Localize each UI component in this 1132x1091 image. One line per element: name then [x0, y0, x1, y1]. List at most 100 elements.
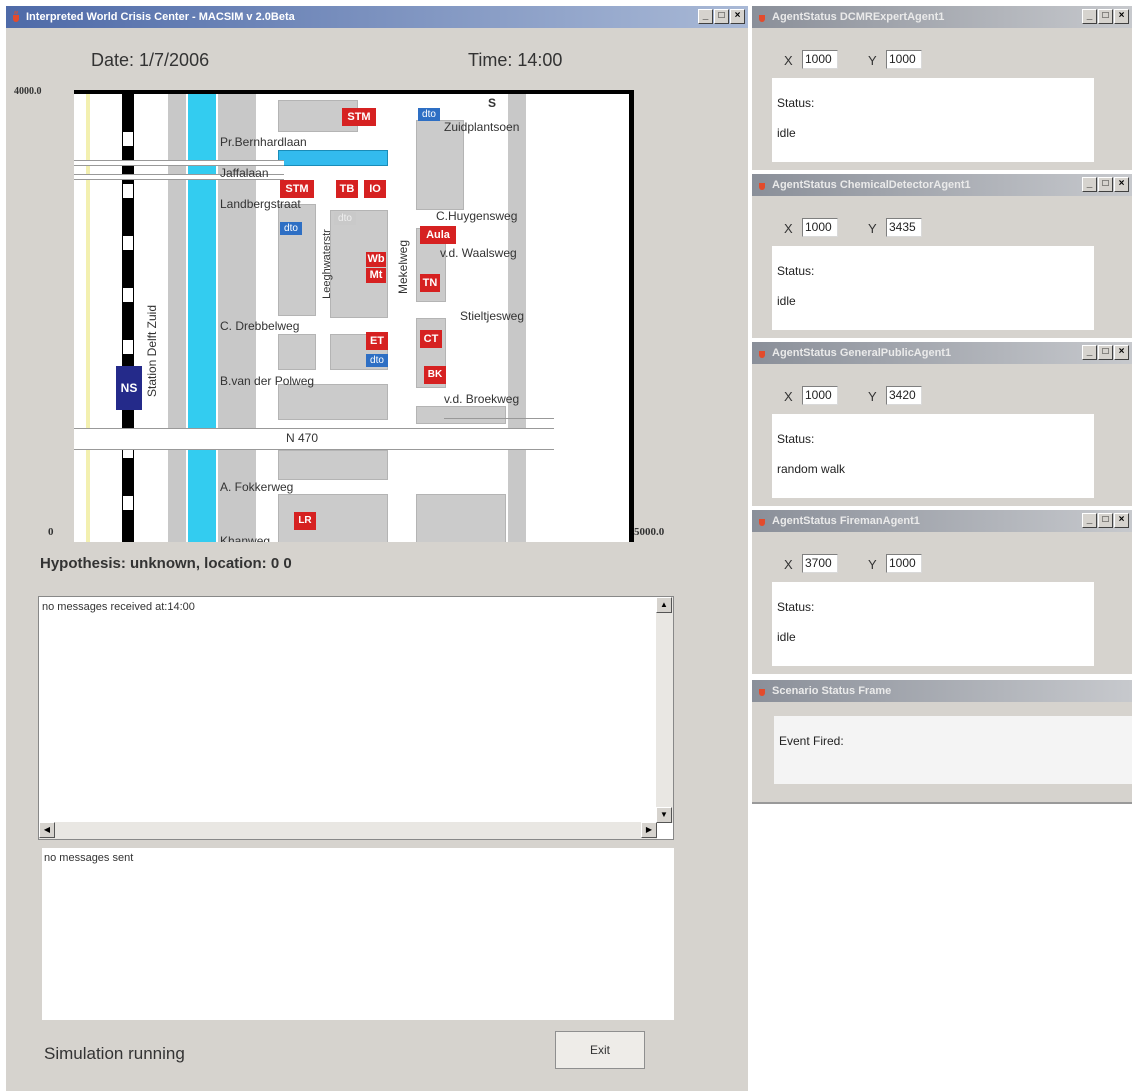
street-landbergstraat: Landbergstraat: [220, 197, 301, 211]
java-cup-icon: [759, 183, 765, 190]
street-n470: N 470: [286, 431, 319, 445]
minimize-icon[interactable]: _: [1082, 345, 1097, 360]
y-label: Y: [868, 389, 877, 404]
main-window: Interpreted World Crisis Center - MACSIM…: [6, 6, 748, 1091]
map-tag-ct: CT: [420, 330, 442, 348]
map-tag-bk: BK: [424, 366, 446, 384]
agent-titlebar[interactable]: AgentStatus ChemicalDetectorAgent1 _ □ ×: [752, 174, 1132, 196]
street-waalsweg: v.d. Waalsweg: [440, 246, 517, 260]
scenario-titlebar[interactable]: Scenario Status Frame: [752, 680, 1132, 702]
time-label: Time: 14:00: [468, 50, 563, 70]
y-field[interactable]: 3420: [886, 386, 922, 405]
status-value: idle: [777, 294, 796, 308]
map-tag-dto: dto: [418, 108, 440, 121]
status-box: Status: idle: [772, 78, 1094, 162]
minimize-icon[interactable]: _: [1082, 177, 1097, 192]
x-label: X: [784, 389, 793, 404]
agent-window-fireman: AgentStatus FiremanAgent1 _ □ × X 3700 Y 1…: [752, 510, 1132, 674]
window-controls: _ □ ×: [1081, 177, 1129, 193]
maximize-icon[interactable]: □: [1098, 9, 1113, 24]
y-label: Y: [868, 221, 877, 236]
map-view[interactable]: NS Station Delft Zuid Pr.Bernhardlaan Ja…: [74, 90, 634, 542]
x-max-label: 5000.0: [634, 526, 665, 538]
x-field[interactable]: 1000: [802, 218, 838, 237]
street-huygensweg: C.Huygensweg: [436, 209, 518, 223]
main-titlebar[interactable]: Interpreted World Crisis Center - MACSIM…: [6, 6, 748, 28]
java-cup-icon: [759, 351, 765, 358]
simulation-status: Simulation running: [44, 1044, 185, 1063]
agent-window-chemical: AgentStatus ChemicalDetectorAgent1 _ □ × X…: [752, 174, 1132, 338]
agent-title: AgentStatus FiremanAgent1: [772, 515, 920, 527]
main-title: Interpreted World Crisis Center - MACSIM…: [26, 11, 295, 23]
agent-title: AgentStatus GeneralPublicAgent1: [772, 347, 952, 359]
minimize-icon[interactable]: _: [1082, 513, 1097, 528]
y-field[interactable]: 3435: [886, 218, 922, 237]
agent-titlebar[interactable]: AgentStatus FiremanAgent1 _ □ ×: [752, 510, 1132, 532]
scroll-up-icon[interactable]: ▲: [656, 597, 672, 613]
sent-messages-area[interactable]: no messages sent: [42, 848, 674, 1020]
window-controls: _ □ ×: [1081, 9, 1129, 25]
map-tag-tb: TB: [336, 180, 358, 198]
x-label: X: [784, 557, 793, 572]
map-block: [278, 334, 316, 370]
street-polweg: B.van der Polweg: [220, 374, 315, 388]
scroll-right-icon[interactable]: ▶: [641, 822, 657, 838]
agent-titlebar[interactable]: AgentStatus GeneralPublicAgent1 _ □ ×: [752, 342, 1132, 364]
y-label: Y: [868, 557, 877, 572]
street-mekelweg: Mekelweg: [396, 239, 411, 295]
x-field[interactable]: 1000: [802, 386, 838, 405]
close-icon[interactable]: ×: [730, 9, 745, 24]
close-icon[interactable]: ×: [1114, 177, 1129, 192]
maximize-icon[interactable]: □: [1098, 513, 1113, 528]
map-tag-tn: TN: [420, 274, 440, 292]
scenario-window: Scenario Status Frame Event Fired:: [752, 680, 1132, 804]
close-icon[interactable]: ×: [1114, 513, 1129, 528]
status-label: Status:: [777, 600, 815, 614]
maximize-icon[interactable]: □: [1098, 345, 1113, 360]
minimize-icon[interactable]: _: [698, 9, 713, 24]
status-value: idle: [777, 630, 796, 644]
exit-button[interactable]: Exit: [555, 1031, 645, 1069]
event-label: Event Fired:: [779, 734, 844, 748]
y-field[interactable]: 1000: [886, 554, 922, 573]
blue-building: [278, 150, 388, 166]
scroll-down-icon[interactable]: ▼: [656, 807, 672, 823]
map-block: [416, 406, 506, 424]
map-tag-dto: dto: [334, 212, 356, 225]
map-block: [278, 384, 388, 420]
map-tag-dto: dto: [280, 222, 302, 235]
vertical-scrollbar[interactable]: ▲ ▼: [656, 597, 673, 823]
received-messages-area[interactable]: no messages received at:14:00 ▲ ▼ ◀ ▶: [38, 596, 674, 840]
received-messages-text: no messages received at:14:00: [42, 601, 195, 613]
map-tag-io: IO: [364, 180, 386, 198]
maximize-icon[interactable]: □: [1098, 177, 1113, 192]
scroll-left-icon[interactable]: ◀: [39, 822, 55, 838]
x-field[interactable]: 3700: [802, 554, 838, 573]
window-controls: _ □ ×: [1081, 345, 1129, 361]
agent-title: AgentStatus DCMRExpertAgent1: [772, 11, 945, 23]
map-tag-et: ET: [366, 332, 388, 350]
java-cup-icon: [759, 689, 765, 696]
x-field[interactable]: 1000: [802, 50, 838, 69]
x-label: X: [784, 53, 793, 68]
java-cup-icon: [759, 519, 765, 526]
status-box: Status: random walk: [772, 414, 1094, 498]
x-label: X: [784, 221, 793, 236]
map-tag-dto: dto: [366, 354, 388, 367]
window-controls: _ □ ×: [697, 9, 745, 25]
sent-messages-text: no messages sent: [44, 852, 134, 864]
close-icon[interactable]: ×: [1114, 345, 1129, 360]
maximize-icon[interactable]: □: [714, 9, 729, 24]
close-icon[interactable]: ×: [1114, 9, 1129, 24]
map-tag-stm: STM: [342, 108, 376, 126]
status-box: Status: idle: [772, 582, 1094, 666]
y-field[interactable]: 1000: [886, 50, 922, 69]
agent-title: AgentStatus ChemicalDetectorAgent1: [772, 179, 971, 191]
status-box: Status: idle: [772, 246, 1094, 330]
horizontal-scrollbar[interactable]: ◀ ▶: [39, 822, 657, 839]
street-jaffalaan: Jaffalaan: [220, 166, 269, 180]
minimize-icon[interactable]: _: [1082, 9, 1097, 24]
y-max-label: 4000.0: [14, 86, 42, 97]
agent-titlebar[interactable]: AgentStatus DCMRExpertAgent1 _ □ ×: [752, 6, 1132, 28]
street-khanweg: Khanweg: [220, 534, 271, 542]
